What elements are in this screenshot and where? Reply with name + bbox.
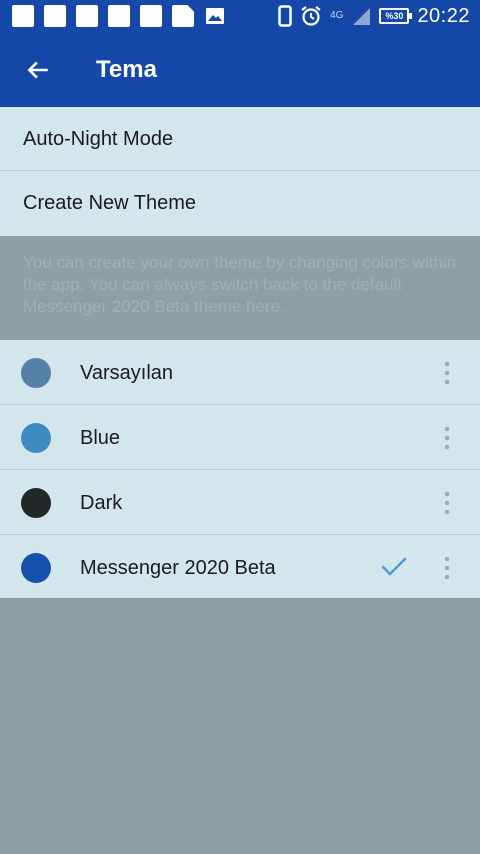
more-vert-icon[interactable] — [436, 425, 458, 451]
theme-item-varsayilan[interactable]: Varsayılan — [0, 340, 480, 405]
status-right: 4G %30 20:22 — [278, 0, 470, 32]
check-icon — [380, 555, 408, 579]
info-section: You can create your own theme by changin… — [0, 236, 480, 340]
status-bar: 4G %30 20:22 — [0, 0, 480, 32]
battery-level: %30 — [385, 10, 404, 21]
create-new-theme-item[interactable]: Create New Theme — [0, 171, 480, 236]
theme-screen: 4G %30 20:22 Tema Auto-Night Mode Create… — [0, 0, 480, 854]
notification-icon — [76, 5, 98, 27]
theme-name: Dark — [80, 492, 123, 514]
battery-icon: %30 — [379, 8, 413, 24]
more-vert-icon[interactable] — [436, 490, 458, 516]
network-type-label: 4G — [330, 10, 344, 21]
theme-name: Messenger 2020 Beta — [80, 557, 276, 579]
alarm-icon — [300, 5, 322, 27]
notification-icons — [12, 5, 226, 27]
theme-item-messenger-2020-beta[interactable]: Messenger 2020 Beta — [0, 535, 480, 598]
page-title: Tema — [96, 56, 157, 83]
info-text: You can create your own theme by changin… — [23, 253, 457, 316]
phone-icon — [278, 5, 292, 27]
auto-night-mode-label: Auto-Night Mode — [23, 128, 174, 150]
theme-item-dark[interactable]: Dark — [0, 470, 480, 535]
theme-color-dot — [21, 358, 51, 388]
notification-icon — [108, 5, 130, 27]
theme-item-blue[interactable]: Blue — [0, 405, 480, 470]
create-new-theme-label: Create New Theme — [23, 192, 197, 214]
theme-color-dot — [21, 488, 51, 518]
more-vert-icon[interactable] — [436, 555, 458, 581]
more-vert-icon[interactable] — [436, 360, 458, 386]
arrow-back-icon — [27, 61, 48, 79]
image-notification-icon — [204, 5, 226, 27]
auto-night-mode-item[interactable]: Auto-Night Mode — [0, 107, 480, 171]
notification-icon — [12, 5, 34, 27]
back-button[interactable] — [16, 48, 60, 92]
theme-color-dot — [21, 553, 51, 583]
app-bar: Tema — [0, 32, 480, 107]
signal-icon — [351, 6, 371, 26]
theme-name: Varsayılan — [80, 362, 174, 384]
notification-icon — [140, 5, 162, 27]
status-clock: 20:22 — [417, 4, 470, 27]
notification-icon — [172, 5, 194, 27]
notification-icon — [44, 5, 66, 27]
theme-name: Blue — [80, 427, 121, 449]
theme-color-dot — [21, 423, 51, 453]
